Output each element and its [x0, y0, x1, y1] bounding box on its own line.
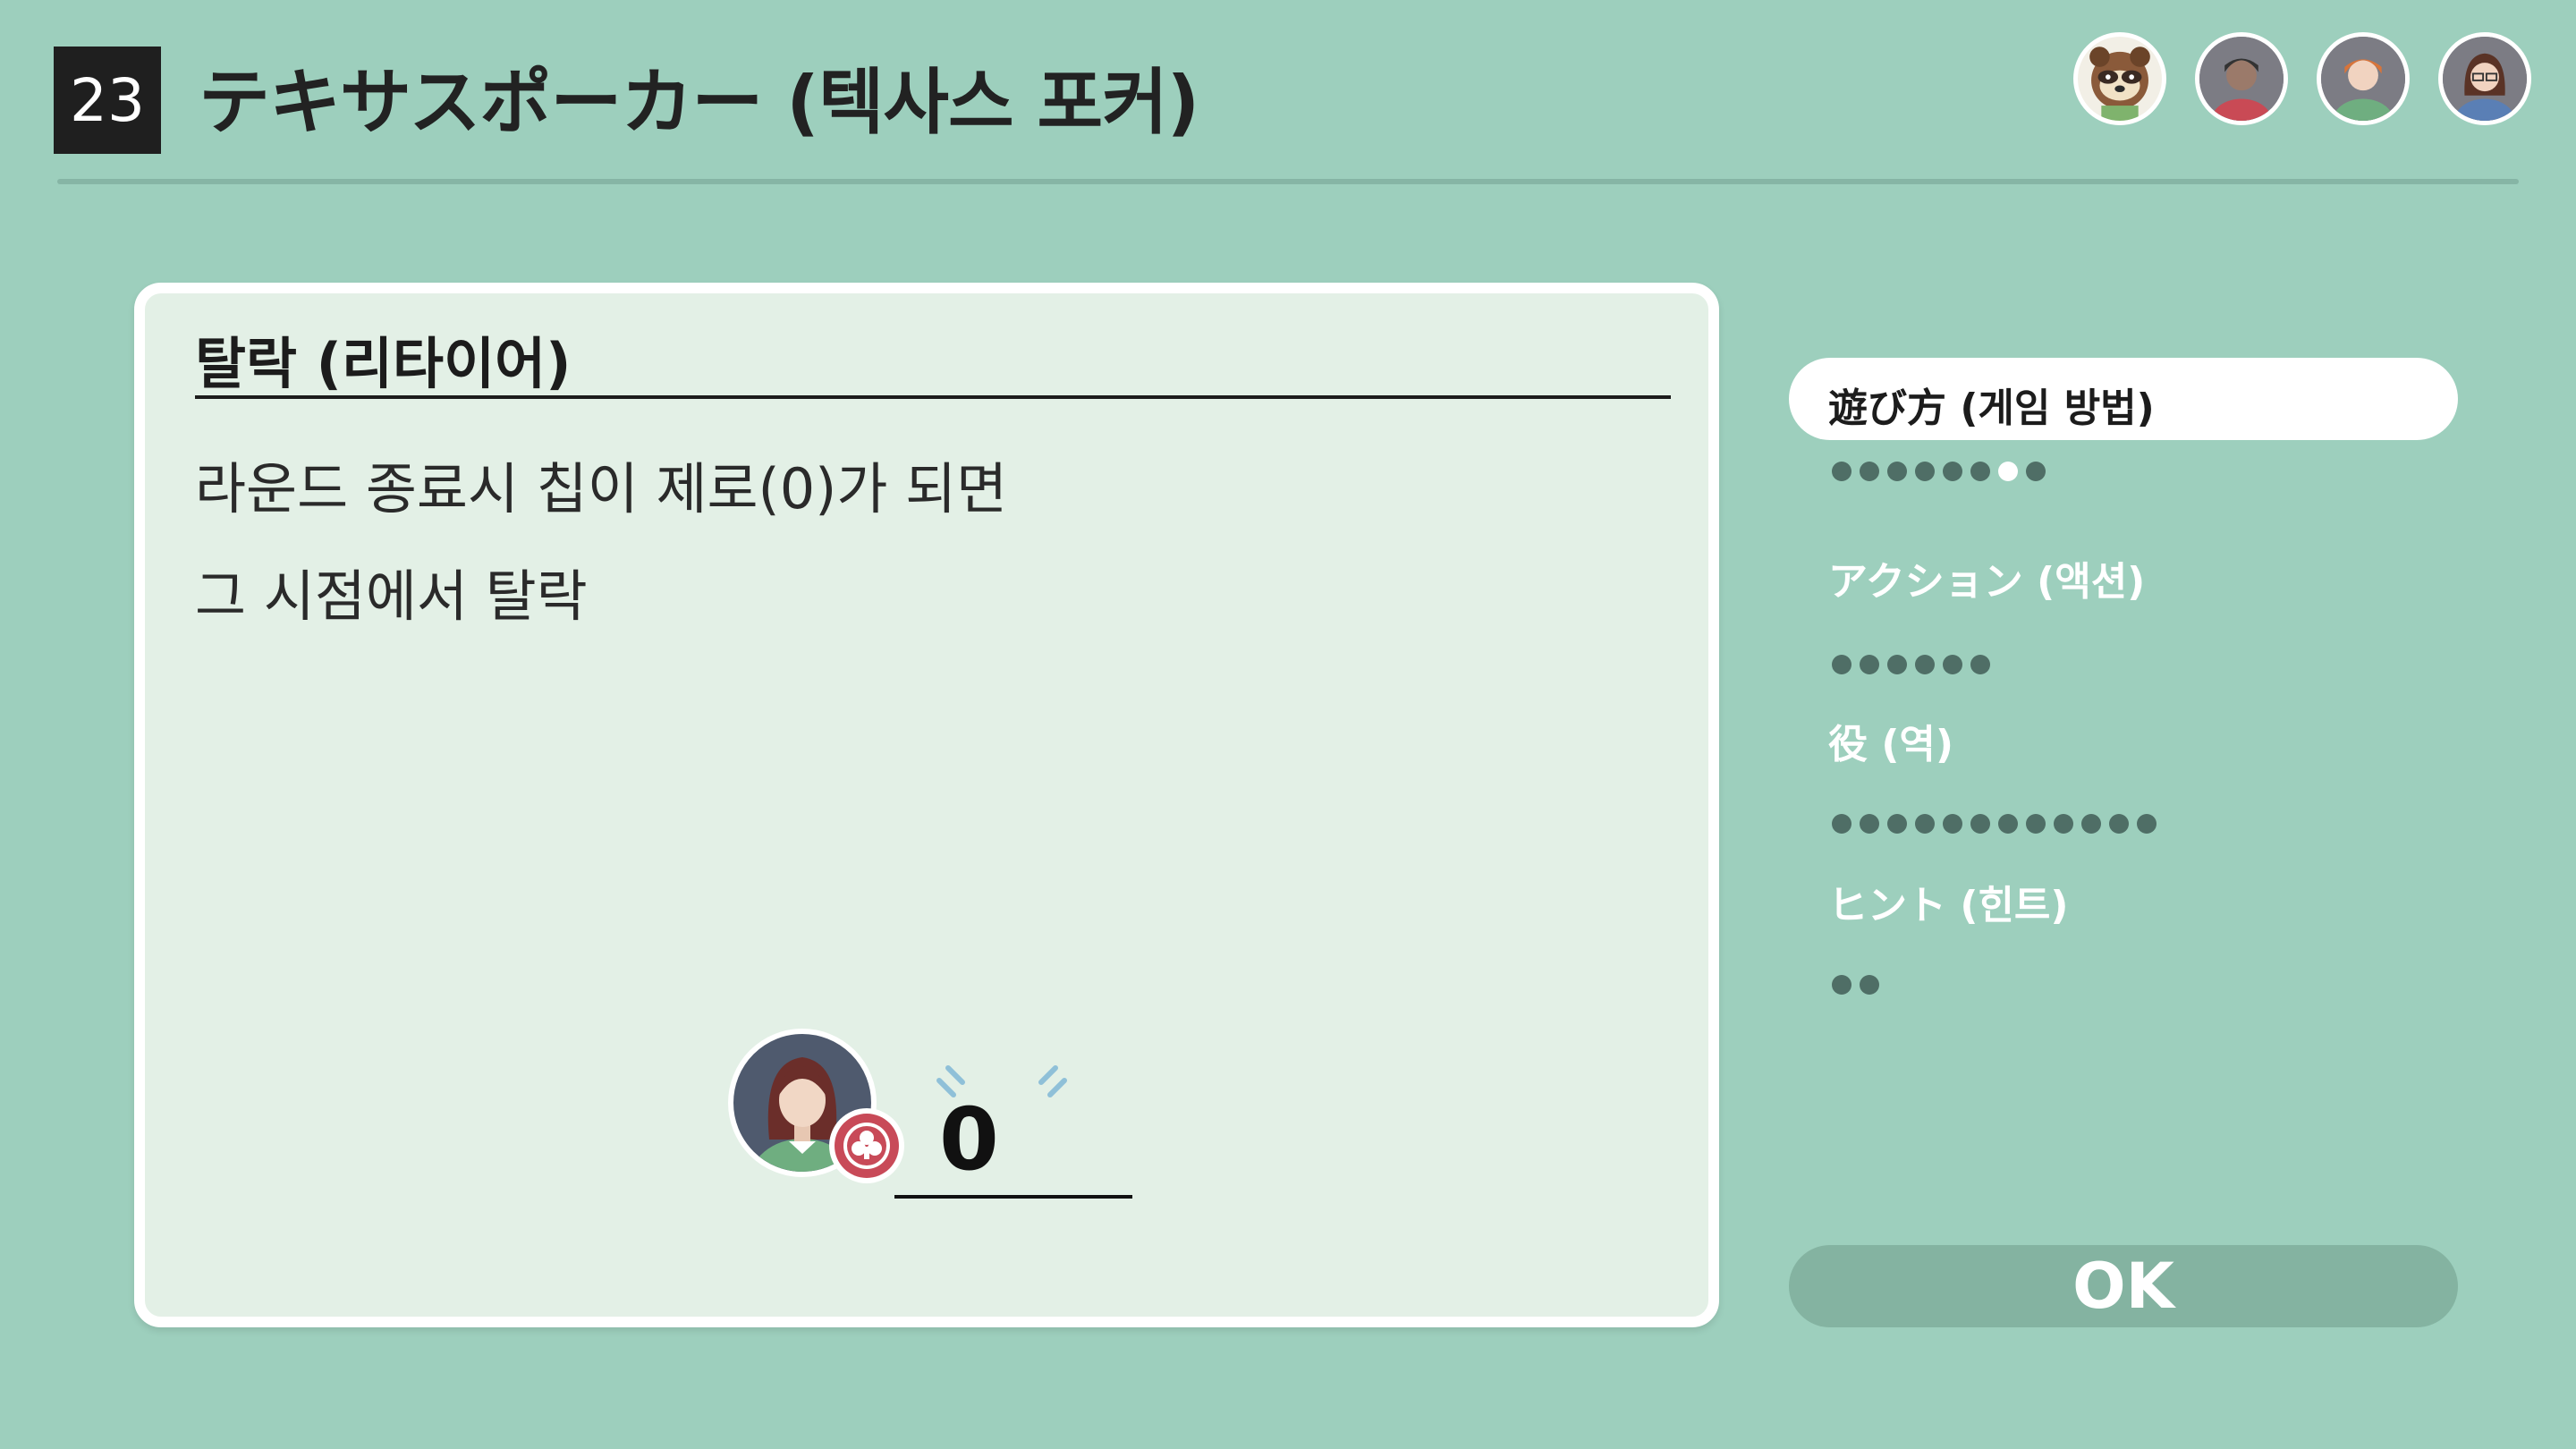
page-dot — [2026, 462, 2046, 481]
person-avatar-icon — [2438, 32, 2531, 125]
page-dot — [1860, 975, 1879, 995]
page-dot — [1970, 462, 1990, 481]
chip-count: 0 — [939, 1089, 999, 1190]
page-dot — [1970, 814, 1990, 834]
page-dot — [1832, 462, 1852, 481]
page-dot — [2081, 814, 2101, 834]
page-dot — [1887, 814, 1907, 834]
rule-text-line-1: 라운드 종료시 칩이 제로(0)가 되면 — [195, 456, 1008, 521]
page-dot — [2026, 814, 2046, 834]
page-dot — [1943, 814, 1962, 834]
rules-menu: 遊び方 (게임 방법) アクション (액션) 役 (역) ヒント (힌트) — [1789, 358, 2458, 1038]
page-dot — [1998, 814, 2018, 834]
page-dot-current — [1998, 462, 2018, 481]
header-divider — [57, 179, 2519, 184]
page-dot — [1915, 814, 1935, 834]
page-dot — [1887, 462, 1907, 481]
rules-panel: 탈락 (리타이어) 라운드 종료시 칩이 제로(0)가 되면 그 시점에서 탈락 — [134, 283, 1719, 1327]
page-dot — [1915, 462, 1935, 481]
raccoon-avatar-icon — [2073, 32, 2166, 125]
heading-underline — [195, 395, 1671, 399]
club-chip-icon — [826, 1106, 907, 1186]
person-avatar-icon — [2317, 32, 2410, 125]
page-dot — [1860, 655, 1879, 674]
page-dot — [1832, 975, 1852, 995]
menu-item-label: ヒント (힌트) — [1828, 883, 2069, 928]
page-dot — [2054, 814, 2073, 834]
menu-item-label: アクション (액션) — [1828, 559, 2146, 605]
page-dot — [1860, 814, 1879, 834]
page-dot — [1887, 655, 1907, 674]
header: 23 テキサスポーカー (텍사스 포커) — [0, 0, 2576, 188]
menu-item-label: 遊び方 (게임 방법) — [1828, 386, 2155, 431]
page-indicator — [1832, 462, 2046, 481]
page-dot — [2137, 814, 2157, 834]
page-dot — [1832, 814, 1852, 834]
player-avatars — [2073, 32, 2547, 131]
page-indicator — [1832, 975, 1879, 995]
menu-item-label: 役 (역) — [1828, 722, 1954, 767]
person-avatar-icon — [2195, 32, 2288, 125]
page-dot — [1943, 462, 1962, 481]
zero-chips-illustration: 0 — [726, 1027, 1191, 1206]
page-indicator — [1832, 655, 1990, 674]
page-dot — [1860, 462, 1879, 481]
page-dot — [2109, 814, 2129, 834]
page-dot — [1943, 655, 1962, 674]
page-dot — [1915, 655, 1935, 674]
section-heading: 탈락 (리타이어) — [195, 331, 572, 396]
game-title: テキサスポーカー (텍사스 포커) — [199, 61, 1199, 144]
page-dot — [1970, 655, 1990, 674]
rule-text-line-2: 그 시점에서 탈락 — [195, 564, 588, 629]
chip-count-underline — [894, 1195, 1132, 1199]
page-dot — [1832, 655, 1852, 674]
page-indicator — [1832, 814, 2157, 834]
ok-button[interactable]: OK — [1789, 1245, 2458, 1327]
game-number-badge: 23 — [54, 47, 161, 154]
